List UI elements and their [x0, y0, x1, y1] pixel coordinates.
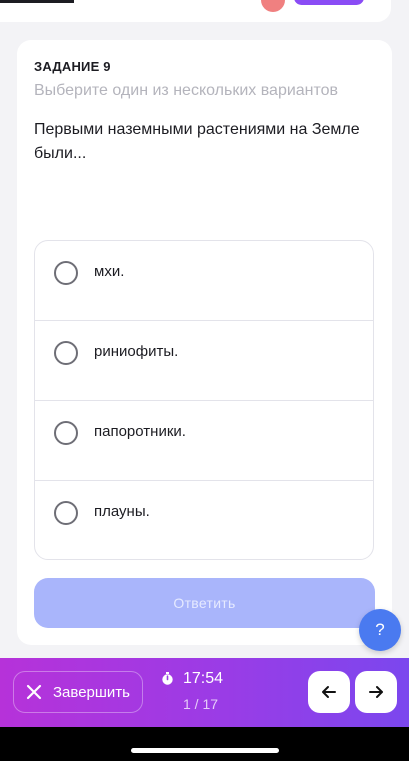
previous-question-button[interactable]: [308, 671, 350, 713]
question-progress: 1 / 17: [183, 696, 219, 712]
answer-option[interactable]: риниофиты.: [35, 321, 373, 401]
radio-button[interactable]: [54, 421, 78, 445]
task-card: ЗАДАНИЕ 9 Выберите один из нескольких ва…: [17, 40, 392, 645]
timer: 17:54: [183, 670, 224, 687]
header-action-button[interactable]: [294, 0, 364, 5]
top-header: [0, 0, 391, 22]
help-icon: ?: [375, 620, 385, 639]
finish-button-label: Завершить: [53, 684, 130, 701]
answer-option-label: папоротники.: [94, 423, 186, 440]
avatar[interactable]: [261, 0, 285, 12]
answer-option-label: плауны.: [94, 503, 150, 520]
system-home-area: [0, 727, 409, 761]
task-question: Первыми наземными растениями на Земле бы…: [34, 121, 360, 162]
radio-button[interactable]: [54, 341, 78, 365]
bottom-bar: Завершить 17:54 1 / 17: [0, 658, 409, 727]
answer-option-label: мхи.: [94, 263, 125, 280]
next-question-button[interactable]: [355, 671, 397, 713]
answer-option[interactable]: плауны.: [35, 481, 373, 559]
radio-button[interactable]: [54, 501, 78, 525]
radio-button[interactable]: [54, 261, 78, 285]
answer-option-label: риниофиты.: [94, 343, 179, 360]
logo: [0, 0, 74, 3]
task-number: ЗАДАНИЕ 9: [34, 59, 111, 74]
stopwatch-icon: [162, 672, 173, 685]
answer-options: мхи. риниофиты. папоротники. плауны.: [34, 240, 374, 560]
task-instruction: Выберите один из нескольких вариантов: [34, 82, 339, 99]
answer-option[interactable]: мхи.: [35, 241, 373, 321]
home-indicator[interactable]: [131, 748, 279, 753]
answer-option[interactable]: папоротники.: [35, 401, 373, 481]
submit-answer-button[interactable]: Ответить: [34, 578, 375, 628]
arrow-left-icon: [322, 686, 336, 698]
arrow-right-icon: [369, 686, 383, 698]
close-icon: [26, 684, 42, 700]
help-button[interactable]: ?: [359, 609, 401, 651]
finish-button[interactable]: Завершить: [13, 671, 143, 713]
